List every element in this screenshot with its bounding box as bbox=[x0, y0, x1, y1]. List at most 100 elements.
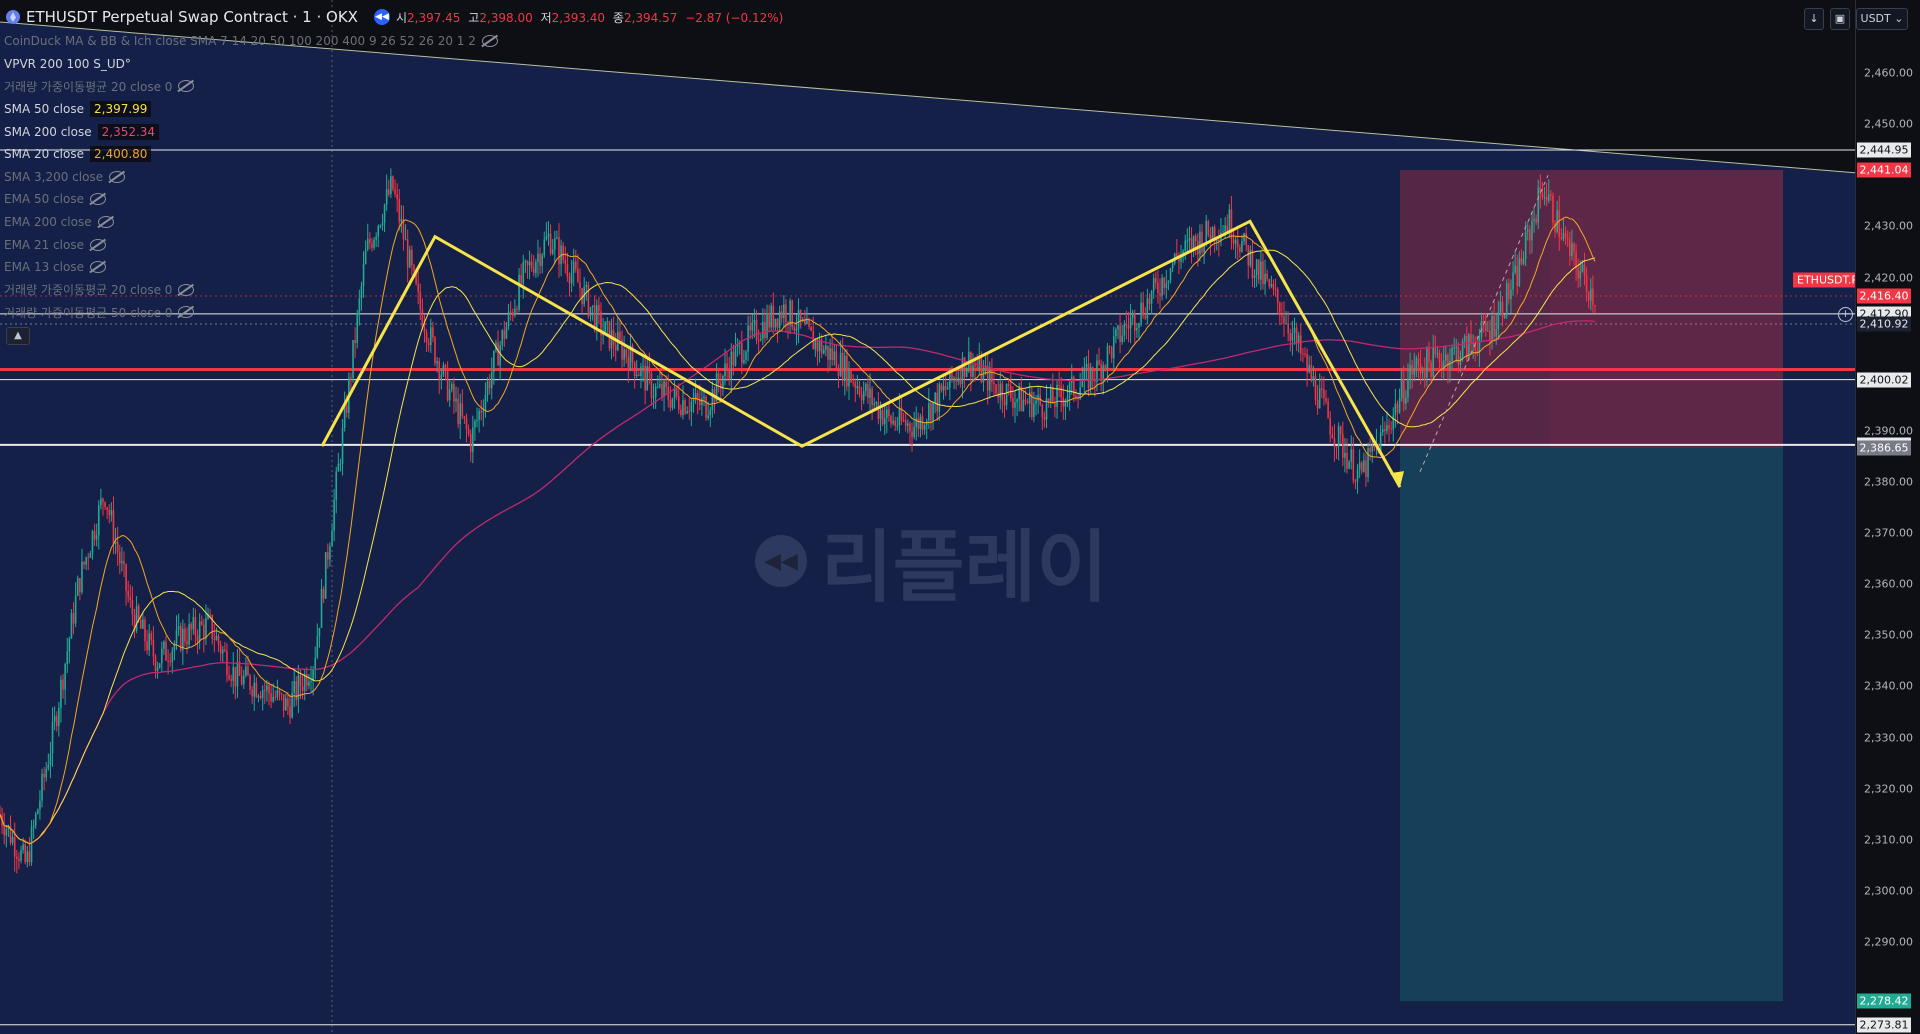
candle-body bbox=[942, 386, 945, 391]
indicator-row[interactable]: EMA 50 close bbox=[4, 188, 498, 211]
indicator-row[interactable]: 거래량 가중이동평균 20 close 0 bbox=[4, 75, 498, 98]
candle-body bbox=[1463, 335, 1466, 342]
candle-body bbox=[1400, 379, 1403, 399]
hidden-eye-icon[interactable] bbox=[97, 216, 114, 229]
replay-icon[interactable]: ◀◀ bbox=[373, 9, 390, 25]
indicator-name: SMA 50 close bbox=[4, 102, 84, 117]
candle-body bbox=[129, 596, 132, 601]
candle-body bbox=[976, 366, 978, 369]
hidden-eye-icon[interactable] bbox=[89, 261, 106, 274]
candle-body bbox=[1455, 347, 1458, 349]
candle-body bbox=[955, 377, 957, 382]
candle-body bbox=[255, 682, 258, 698]
candle-body bbox=[1419, 364, 1422, 374]
hidden-eye-icon[interactable] bbox=[109, 170, 126, 183]
candle-body bbox=[1249, 249, 1252, 266]
indicator-row[interactable]: EMA 21 close bbox=[4, 233, 498, 256]
candle-body bbox=[799, 309, 802, 322]
symbol-title[interactable]: ETHUSDT Perpetual Swap Contract · 1 · OK… bbox=[26, 8, 358, 26]
hidden-eye-icon[interactable] bbox=[481, 35, 498, 48]
candle-body bbox=[13, 837, 16, 857]
candle-body bbox=[1306, 353, 1308, 373]
hidden-eye-icon[interactable] bbox=[178, 80, 195, 93]
candle-body bbox=[39, 800, 41, 810]
indicator-row[interactable]: 거래량 가중이동평균 20 close 0 bbox=[4, 279, 498, 302]
price-label: 2,273.81 bbox=[1857, 1017, 1911, 1033]
candle-body bbox=[1159, 293, 1161, 296]
candle-body bbox=[488, 381, 491, 389]
candle-body bbox=[444, 365, 447, 368]
candle-body bbox=[749, 325, 752, 331]
indicator-row[interactable]: 거래량 가중이동평균 50 close 0 bbox=[4, 301, 498, 324]
candle-body bbox=[753, 319, 756, 323]
price-tick: 2,350.00 bbox=[1864, 628, 1913, 642]
candle-body bbox=[1194, 235, 1197, 242]
screenshot-icon[interactable]: ▣ bbox=[1830, 8, 1850, 30]
indicator-row[interactable]: SMA 3,200 close bbox=[4, 166, 498, 189]
hidden-eye-icon[interactable] bbox=[89, 193, 106, 206]
candle-body bbox=[89, 553, 92, 558]
candle-body bbox=[972, 365, 974, 377]
candle-body bbox=[158, 663, 161, 668]
download-icon[interactable]: ↓ bbox=[1804, 8, 1824, 30]
candle-body bbox=[1276, 289, 1279, 303]
candle-body bbox=[434, 337, 436, 364]
candle-body bbox=[1060, 386, 1063, 398]
price-axis[interactable]: 2,460.00 2,450.00 2,430.00 2,420.00 2,390.00… bbox=[1855, 0, 1920, 1034]
candle-body bbox=[24, 844, 27, 863]
candle-body bbox=[965, 367, 968, 377]
candle-body bbox=[1423, 371, 1426, 378]
candle-body bbox=[562, 245, 564, 260]
hidden-eye-icon[interactable] bbox=[178, 306, 195, 319]
candle-body bbox=[665, 381, 667, 387]
candle-body bbox=[911, 431, 913, 437]
candle-body bbox=[1224, 225, 1226, 232]
candle-body bbox=[614, 345, 617, 351]
candle-body bbox=[282, 694, 285, 711]
candle-body bbox=[459, 403, 462, 425]
candle-body bbox=[118, 552, 121, 564]
candle-body bbox=[154, 656, 157, 671]
candle-body bbox=[1392, 415, 1395, 430]
indicator-row[interactable]: SMA 50 close 2,397.99 bbox=[4, 98, 498, 121]
candle-body bbox=[1001, 383, 1004, 401]
indicator-name: VPVR 200 100 S_UD° bbox=[4, 56, 131, 71]
candle-body bbox=[852, 382, 854, 384]
add-alert-plus-icon[interactable]: + bbox=[1838, 307, 1853, 322]
indicator-value: 2,397.99 bbox=[90, 101, 152, 118]
candle-body bbox=[1148, 298, 1151, 304]
candle-body bbox=[213, 638, 216, 640]
indicator-row[interactable]: SMA 200 close 2,352.34 bbox=[4, 120, 498, 143]
candle-body bbox=[194, 617, 197, 636]
indicator-row[interactable]: VPVR 200 100 S_UD° bbox=[4, 53, 498, 76]
candle-body bbox=[165, 641, 167, 661]
candle-body bbox=[879, 410, 882, 419]
candle-body bbox=[1592, 288, 1594, 306]
candle-body bbox=[1421, 371, 1424, 374]
candle-body bbox=[1325, 397, 1327, 402]
hidden-eye-icon[interactable] bbox=[89, 238, 106, 251]
candle-body bbox=[320, 588, 323, 628]
candle-body bbox=[696, 393, 699, 400]
candle-body bbox=[1566, 237, 1569, 240]
candle-body bbox=[873, 403, 876, 405]
indicator-name: EMA 50 close bbox=[4, 192, 84, 207]
candle-body bbox=[446, 367, 449, 401]
indicator-row[interactable]: EMA 13 close bbox=[4, 256, 498, 279]
hidden-eye-icon[interactable] bbox=[178, 283, 195, 296]
candle-body bbox=[1041, 404, 1044, 418]
candle-body bbox=[1102, 365, 1105, 381]
indicator-row[interactable]: SMA 20 close 2,400.80 bbox=[4, 143, 498, 166]
currency-select[interactable]: USDT ⌄ bbox=[1856, 8, 1908, 30]
candle-body bbox=[1140, 302, 1142, 323]
candle-body bbox=[41, 773, 43, 801]
indicator-row[interactable]: EMA 200 close bbox=[4, 211, 498, 234]
indicator-row[interactable]: CoinDuck MA & BB & Ich close SMA 7 14 20… bbox=[4, 30, 498, 53]
candle-body bbox=[186, 641, 188, 645]
candle-body bbox=[442, 365, 445, 375]
collapse-legend-button[interactable]: ▲ bbox=[6, 327, 30, 345]
candle-body bbox=[1312, 376, 1315, 381]
candle-body bbox=[535, 261, 537, 273]
candle-body bbox=[217, 635, 220, 645]
candle-body bbox=[1028, 392, 1031, 404]
